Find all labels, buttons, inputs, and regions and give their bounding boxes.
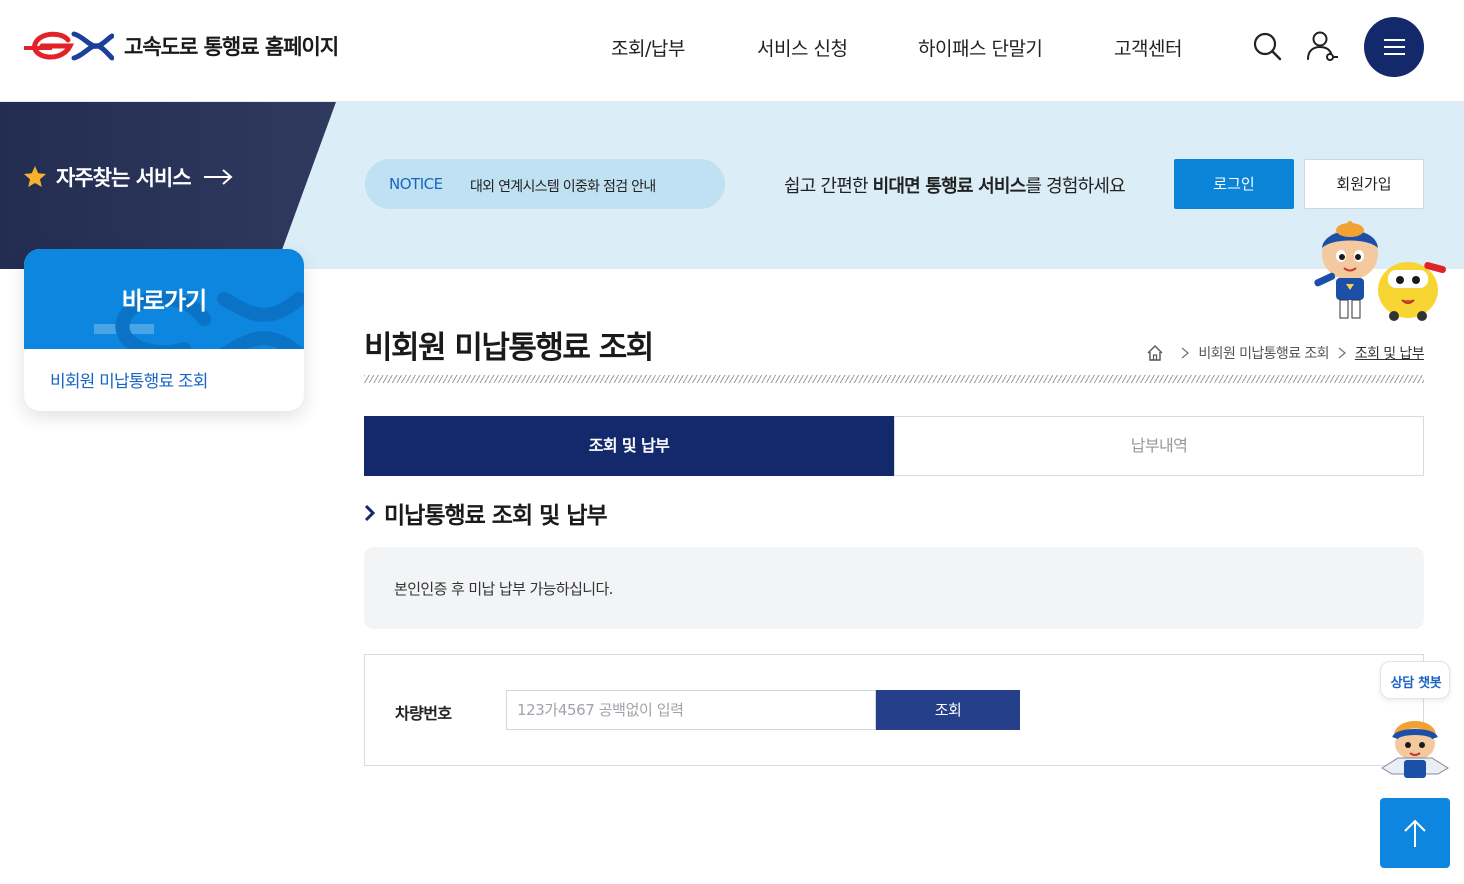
tagline-prefix: 쉽고 간편한 xyxy=(784,176,873,197)
quick-link-unpaid-toll[interactable]: 비회원 미납통행료 조회 xyxy=(50,367,208,392)
tab-inquiry-payment[interactable]: 조회 및 납부 xyxy=(364,416,894,476)
chatbot-mascot-icon[interactable] xyxy=(1378,710,1452,780)
scroll-top-button[interactable] xyxy=(1380,798,1450,868)
quick-links-title: 바로가기 xyxy=(121,287,207,315)
favorites-link[interactable]: 자주찾는 서비스 xyxy=(22,162,233,192)
tab-payment-history[interactable]: 납부내역 xyxy=(894,416,1424,476)
title-divider xyxy=(364,375,1424,383)
breadcrumb: 비회원 미납통행료 조회 조회 및 납부 xyxy=(1146,343,1425,363)
banner-tagline: 쉽고 간편한 비대면 통행료 서비스를 경험하세요 xyxy=(784,172,1126,198)
chevron-right-icon xyxy=(1338,347,1346,359)
quick-links-header: 바로가기 xyxy=(24,249,304,349)
user-icon[interactable] xyxy=(1305,29,1339,63)
mascot-illustration xyxy=(1314,221,1446,321)
inquiry-button[interactable]: 조회 xyxy=(876,690,1020,730)
arrow-right-icon xyxy=(203,169,233,185)
section-heading: 미납통행료 조회 및 납부 xyxy=(364,496,608,530)
quick-links-panel: 바로가기 비회원 미납통행료 조회 xyxy=(24,249,304,411)
nav-item-customer-center[interactable]: 고객센터 xyxy=(1114,34,1182,61)
page-title: 비회원 미납통행료 조회 xyxy=(364,330,654,366)
tagline-suffix: 를 경험하세요 xyxy=(1025,176,1125,197)
notice-pill[interactable]: NOTICE 대외 연계시스템 이중화 점검 안내 xyxy=(365,159,725,209)
tagline-bold: 비대면 통행료 서비스 xyxy=(872,176,1027,197)
notice-tag: NOTICE xyxy=(389,175,443,193)
main-nav: 조회/납부 서비스 신청 하이패스 단말기 고객센터 xyxy=(0,34,1464,64)
plate-search-form: 차량번호 조회 xyxy=(364,654,1424,766)
plate-number-label: 차량번호 xyxy=(395,704,452,723)
star-icon xyxy=(24,166,46,187)
favorites-label: 자주찾는 서비스 xyxy=(56,166,192,190)
nav-item-inquiry-payment[interactable]: 조회/납부 xyxy=(611,34,685,61)
chevron-right-icon xyxy=(364,504,376,522)
info-text: 본인인증 후 미납 납부 가능하십니다. xyxy=(394,580,613,598)
nav-item-service-apply[interactable]: 서비스 신청 xyxy=(757,34,848,61)
site-header: 고속도로 통행료 홈페이지 조회/납부 서비스 신청 하이패스 단말기 고객센터 xyxy=(0,0,1464,102)
breadcrumb-item[interactable]: 비회원 미납통행료 조회 xyxy=(1198,343,1329,363)
chevron-right-icon xyxy=(1181,347,1190,359)
breadcrumb-current[interactable]: 조회 및 납부 xyxy=(1355,343,1425,363)
plate-number-input[interactable] xyxy=(506,690,876,730)
arrow-up-icon xyxy=(1404,819,1426,847)
section-title: 미납통행료 조회 및 납부 xyxy=(384,503,608,529)
nav-item-hipass-device[interactable]: 하이패스 단말기 xyxy=(918,34,1043,61)
chatbot-bubble[interactable]: 상담 챗봇 xyxy=(1380,661,1450,699)
login-button[interactable]: 로그인 xyxy=(1174,159,1294,209)
tab-bar: 조회 및 납부 납부내역 xyxy=(364,416,1424,476)
info-box: 본인인증 후 미납 납부 가능하십니다. xyxy=(364,547,1424,629)
top-banner: 자주찾는 서비스 NOTICE 대외 연계시스템 이중화 점검 안내 쉽고 간편… xyxy=(0,102,1464,269)
menu-button[interactable] xyxy=(1364,17,1424,77)
menu-icon xyxy=(1384,39,1405,41)
search-icon[interactable] xyxy=(1252,31,1282,61)
signup-button[interactable]: 회원가입 xyxy=(1304,159,1424,209)
chatbot-label: 상담 챗봇 xyxy=(1390,676,1442,691)
notice-text: 대외 연계시스템 이중화 점검 안내 xyxy=(470,179,656,195)
home-icon[interactable] xyxy=(1146,344,1164,362)
